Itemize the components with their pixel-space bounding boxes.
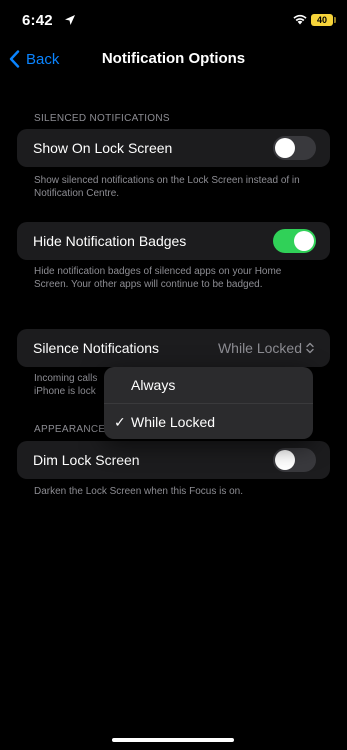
home-indicator[interactable]: [112, 738, 234, 742]
dim-lock-screen-label: Dim Lock Screen: [33, 452, 140, 468]
appearance-footer: Darken the Lock Screen when this Focus i…: [34, 486, 243, 497]
show-on-lock-screen-toggle[interactable]: [273, 136, 316, 160]
show-on-lock-screen-label: Show On Lock Screen: [33, 140, 173, 156]
hide-badges-toggle[interactable]: [273, 229, 316, 253]
toggle-knob: [275, 138, 295, 158]
silence-value-text: While Locked: [217, 340, 302, 356]
toggle-knob: [294, 231, 314, 251]
menu-item-label: While Locked: [131, 414, 216, 430]
page-title: Notification Options: [101, 50, 246, 67]
section-header-silenced: SILENCED NOTIFICATIONS: [34, 113, 170, 124]
badges-footer: Hide notification badges of silenced app…: [34, 266, 282, 290]
silence-options-menu: Always ✓ While Locked: [104, 367, 313, 439]
silence-notifications-label: Silence Notifications: [33, 340, 160, 356]
menu-item-label: Always: [131, 377, 176, 393]
hide-badges-label: Hide Notification Badges: [33, 233, 187, 249]
section-header-appearance: APPEARANCE: [34, 424, 106, 435]
hide-badges-row[interactable]: Hide Notification Badges: [17, 222, 330, 260]
show-on-lock-screen-row[interactable]: Show On Lock Screen: [17, 129, 330, 167]
menu-item-always[interactable]: Always: [104, 367, 313, 403]
menu-item-while-locked[interactable]: ✓ While Locked: [104, 404, 313, 440]
silence-notifications-row[interactable]: Silence Notifications While Locked: [17, 329, 330, 367]
wifi-icon: [293, 14, 307, 25]
navigation-bar: Back Notification Options: [0, 40, 347, 80]
toggle-knob: [275, 450, 295, 470]
checkmark-icon: ✓: [114, 413, 126, 430]
dim-lock-screen-toggle[interactable]: [273, 448, 316, 472]
silence-notifications-value[interactable]: While Locked: [218, 329, 314, 367]
status-bar: 6:42 40: [0, 0, 347, 40]
silenced-footer: Show silenced notifications on the Lock …: [34, 175, 300, 199]
location-arrow-icon: [65, 15, 75, 25]
chevron-up-down-icon: [306, 342, 314, 354]
dim-lock-screen-row[interactable]: Dim Lock Screen: [17, 441, 330, 479]
status-time: 6:42: [22, 12, 53, 29]
battery-indicator: 40: [311, 14, 333, 26]
battery-tip: [334, 17, 336, 23]
